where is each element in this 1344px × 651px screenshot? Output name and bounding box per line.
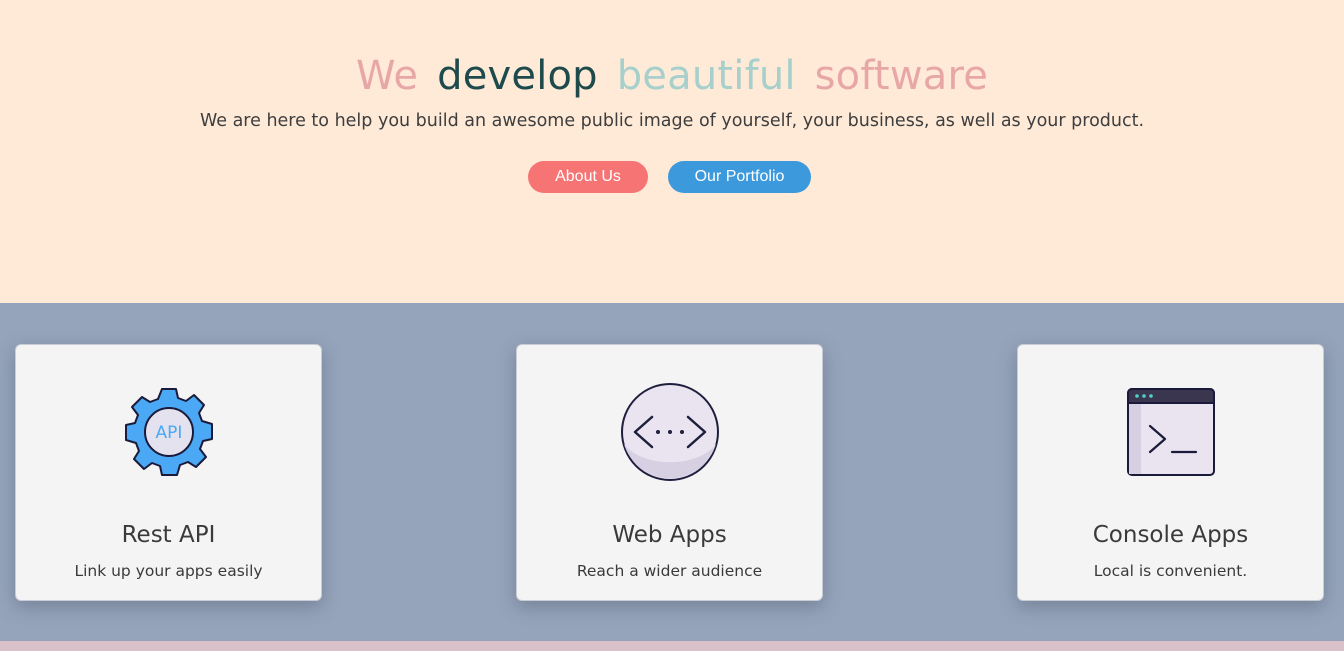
about-us-button[interactable]: About Us [528, 161, 648, 193]
service-title: Web Apps [612, 522, 727, 548]
svg-text:API: API [156, 423, 183, 443]
api-gear-icon: API [119, 382, 219, 482]
service-card-web-apps[interactable]: Web Apps Reach a wider audience [516, 344, 823, 601]
services-section: API Rest API Link up your apps easily We… [0, 303, 1344, 641]
service-description: Link up your apps easily [74, 562, 263, 580]
headline-word-software: software [814, 53, 989, 99]
terminal-window-icon [1121, 382, 1221, 482]
service-description: Reach a wider audience [576, 562, 763, 580]
headline-word-beautiful: beautiful [616, 53, 796, 99]
headline-word-we: We [355, 53, 419, 99]
hero-tagline: We are here to help you build an awesome… [199, 111, 1145, 131]
code-brackets-icon [620, 382, 720, 482]
hero-headline: We develop beautiful software [0, 50, 1344, 102]
next-section-strip [0, 641, 1344, 651]
headline-word-develop: develop [437, 53, 598, 99]
service-title: Rest API [121, 522, 216, 548]
service-title: Console Apps [1092, 522, 1249, 548]
our-portfolio-button[interactable]: Our Portfolio [668, 161, 811, 193]
service-card-console-apps[interactable]: Console Apps Local is convenient. [1017, 344, 1324, 601]
hero-section: We develop beautiful software We are her… [0, 0, 1344, 303]
service-card-rest-api[interactable]: API Rest API Link up your apps easily [15, 344, 322, 601]
service-description: Local is convenient. [1093, 562, 1248, 580]
